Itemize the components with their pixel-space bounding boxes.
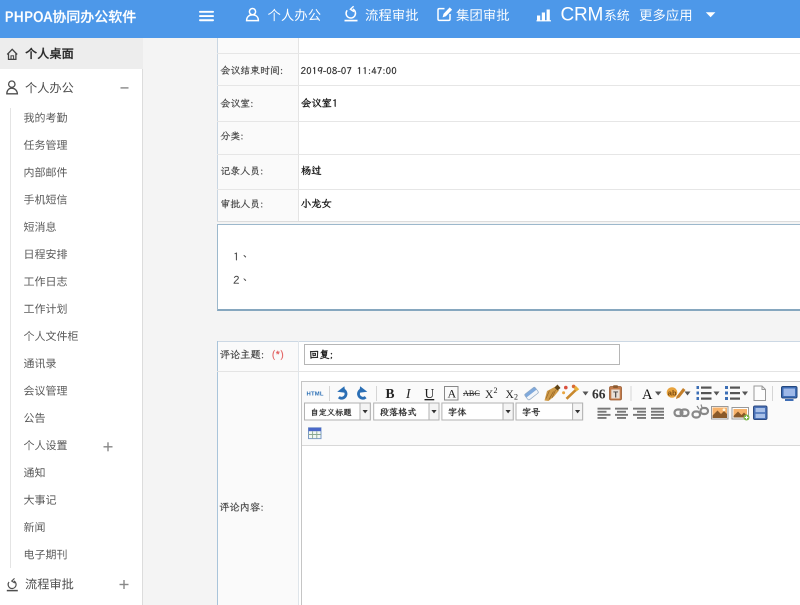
svg-text:HTML: HTML [307,392,324,398]
svg-text:66: 66 [592,387,606,402]
svg-text:U: U [425,386,435,401]
svg-text:ABC: ABC [463,389,480,398]
svg-text:CRM: CRM [561,5,604,26]
svg-text:2: 2 [514,393,518,402]
svg-text:ab: ab [668,388,677,397]
svg-text:I: I [405,386,412,401]
svg-text:A: A [448,387,457,401]
svg-text:A: A [642,387,653,403]
svg-text:T: T [613,391,618,400]
svg-text:B: B [386,386,395,401]
svg-text:2: 2 [494,386,498,395]
